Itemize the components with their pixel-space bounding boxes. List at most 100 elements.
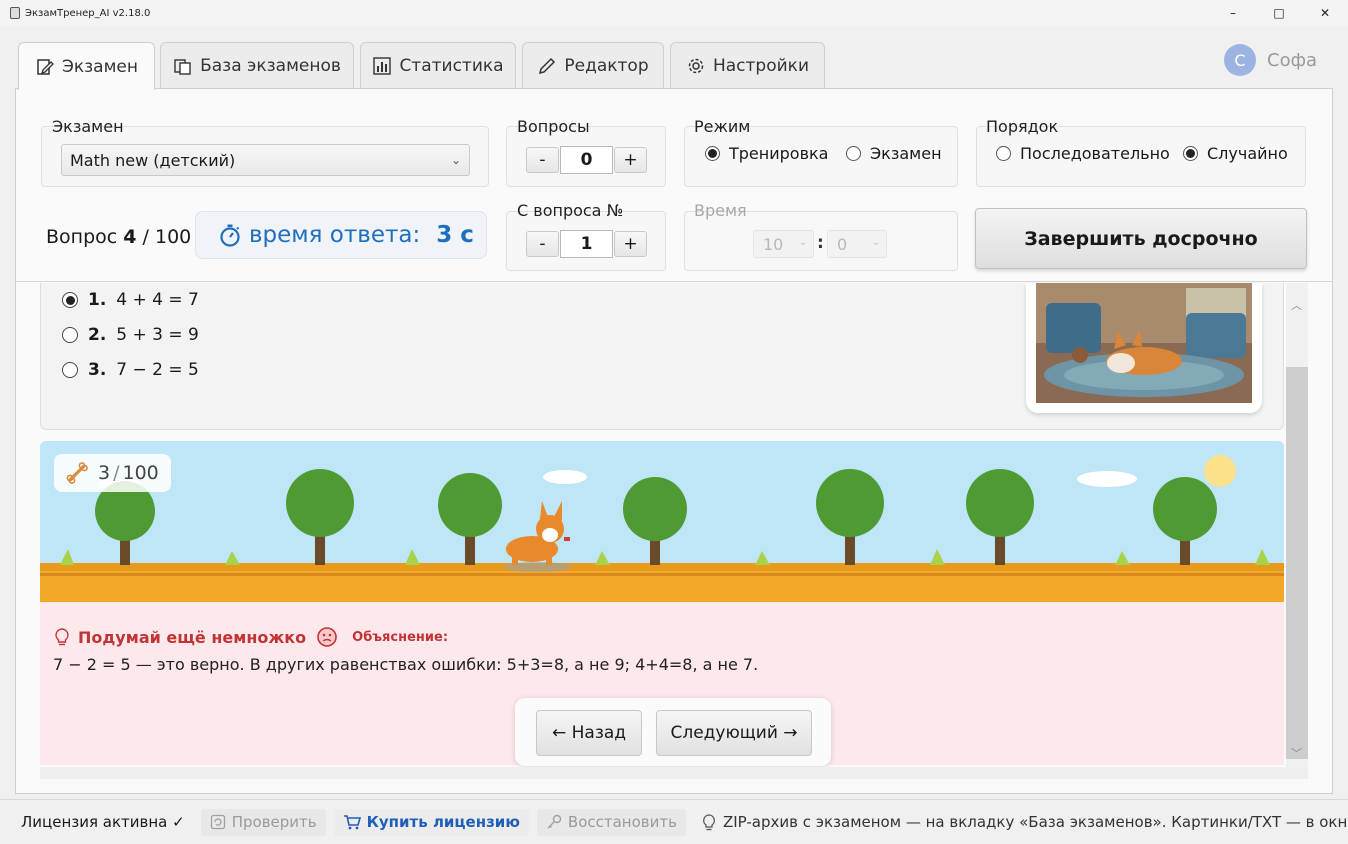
next-button[interactable]: Следующий →: [656, 710, 812, 756]
lightbulb-icon: [55, 628, 69, 646]
license-status: Лицензия активна ✓: [21, 813, 185, 831]
answer-number: 2.: [88, 325, 107, 345]
timer-value: 3 с: [436, 222, 474, 248]
user-profile[interactable]: С Софа: [1224, 44, 1317, 76]
vertical-scrollbar[interactable]: ︿ ﹀: [1286, 283, 1308, 767]
radio-indicator: [62, 292, 78, 308]
time-seconds-select[interactable]: 0 ⌄: [827, 230, 887, 258]
radio-label: Тренировка: [729, 144, 829, 163]
tab-label: Статистика: [399, 56, 504, 76]
exam-select-value: Math new (детский): [70, 150, 236, 170]
scroll-down-icon[interactable]: ﹀: [1291, 745, 1302, 761]
scroll-up-icon[interactable]: ︿: [1291, 297, 1302, 313]
time-minutes-value: 10: [763, 234, 784, 254]
radio-label: Случайно: [1207, 144, 1288, 163]
answer-option-1[interactable]: 1. 4 + 4 = 7: [62, 290, 199, 310]
stopwatch-icon: [220, 224, 240, 247]
window-title: ЭкзамТренер_AI v2.18.0: [25, 7, 151, 19]
from-question-plus-button[interactable]: +: [614, 231, 647, 257]
answer-text: 7 − 2 = 5: [116, 360, 199, 380]
lightbulb-icon: [702, 813, 715, 830]
finish-early-button[interactable]: Завершить досрочно: [975, 208, 1307, 269]
answer-number: 3.: [88, 360, 107, 380]
tab-label: Редактор: [564, 56, 649, 76]
thinking-face-icon: [317, 627, 337, 647]
mode-exam-radio[interactable]: Экзамен: [846, 144, 942, 163]
restore-license-button[interactable]: Восстановить: [536, 808, 686, 836]
buy-label: Купить лицензию: [366, 813, 520, 831]
scrollbar-thumb[interactable]: [1286, 367, 1308, 759]
questions-group-label: Вопросы: [517, 117, 590, 136]
feedback-hint: Подумай ещё немножко: [78, 627, 307, 647]
question-current: 4: [123, 226, 137, 248]
timer-label: время ответа:: [249, 222, 421, 248]
status-tip: ZIP-архив с экзаменом — на вкладку «База…: [702, 813, 1348, 831]
tab-exam[interactable]: Экзамен: [18, 42, 155, 90]
order-random-radio[interactable]: Случайно: [1183, 144, 1288, 163]
back-button[interactable]: ← Назад: [536, 710, 642, 756]
tab-settings[interactable]: Настройки: [670, 42, 825, 89]
chevron-down-icon: ⌄: [450, 153, 461, 167]
game-progress-value: 3: [98, 462, 111, 484]
answer-text: 4 + 4 = 7: [116, 290, 199, 310]
feedback-hint-line: Подумай ещё немножко Объяснение:: [54, 626, 448, 648]
window-controls: – □ ✕: [1210, 0, 1348, 26]
exam-select[interactable]: Math new (детский) ⌄: [61, 144, 470, 176]
answer-timer: время ответа: 3 с: [195, 211, 487, 259]
avatar: С: [1224, 44, 1256, 76]
answer-number: 1.: [88, 290, 107, 310]
radio-indicator: [62, 362, 78, 378]
time-colon: :: [817, 233, 824, 253]
radio-indicator: [996, 146, 1011, 161]
game-progress-total: 100: [122, 462, 159, 484]
answer-option-2[interactable]: 2. 5 + 3 = 9: [62, 325, 199, 345]
buy-license-button[interactable]: Купить лицензию: [333, 808, 529, 836]
tab-statistics[interactable]: Статистика: [360, 42, 516, 89]
title-bar: ЭкзамТренер_AI v2.18.0 – □ ✕: [0, 0, 1348, 26]
close-button[interactable]: ✕: [1302, 0, 1348, 26]
status-bar: Лицензия активна ✓ Проверить Купить лице…: [0, 799, 1348, 844]
time-seconds-value: 0: [837, 234, 848, 254]
from-question-label: С вопроса №: [517, 201, 624, 220]
status-tip-text: ZIP-архив с экзаменом — на вкладку «База…: [722, 813, 1348, 831]
answer-text: 5 + 3 = 9: [116, 325, 199, 345]
explanation-label: Объяснение:: [352, 629, 449, 645]
explanation-text: 7 − 2 = 5 — это верно. В других равенств…: [53, 655, 759, 674]
tab-editor[interactable]: Редактор: [522, 42, 664, 89]
restore-label: Восстановить: [567, 813, 677, 831]
radio-indicator: [1183, 146, 1198, 161]
question-image: [1026, 283, 1262, 413]
question-counter-prefix: Вопрос: [46, 226, 118, 248]
edit-document-icon: [35, 57, 55, 77]
time-limit-label: Время: [694, 201, 747, 220]
progress-game-scene: [40, 441, 1284, 602]
radio-indicator: [846, 146, 861, 161]
order-sequential-radio[interactable]: Последовательно: [996, 144, 1170, 163]
time-minutes-select[interactable]: 10 ⌄: [753, 230, 814, 258]
from-question-minus-button[interactable]: -: [526, 231, 559, 257]
refresh-icon: [210, 814, 225, 830]
mode-training-radio[interactable]: Тренировка: [705, 144, 828, 163]
questions-count-input[interactable]: 0: [560, 146, 613, 174]
tab-label: База экзаменов: [200, 56, 341, 76]
key-icon: [547, 814, 562, 829]
question-total: 100: [155, 226, 192, 248]
questions-minus-button[interactable]: -: [526, 147, 559, 173]
radio-label: Экзамен: [870, 144, 942, 163]
maximize-button[interactable]: □: [1256, 0, 1302, 26]
answer-option-3[interactable]: 3. 7 − 2 = 5: [62, 360, 199, 380]
scroll-area-footer: [40, 767, 1308, 779]
cart-icon: [343, 815, 361, 830]
questions-plus-button[interactable]: +: [614, 147, 647, 173]
corgi-room-illustration: [1036, 283, 1252, 403]
chevron-down-icon: ⌄: [871, 237, 880, 248]
radio-indicator: [705, 146, 720, 161]
game-progress-badge: 3 / 100: [54, 454, 171, 492]
bone-icon: [66, 462, 88, 484]
copy-icon: [173, 56, 193, 76]
from-question-input[interactable]: 1: [560, 230, 613, 258]
minimize-button[interactable]: –: [1210, 0, 1256, 26]
tab-exam-base[interactable]: База экзаменов: [160, 42, 354, 89]
app-icon: [10, 7, 20, 19]
check-license-button[interactable]: Проверить: [200, 808, 326, 836]
